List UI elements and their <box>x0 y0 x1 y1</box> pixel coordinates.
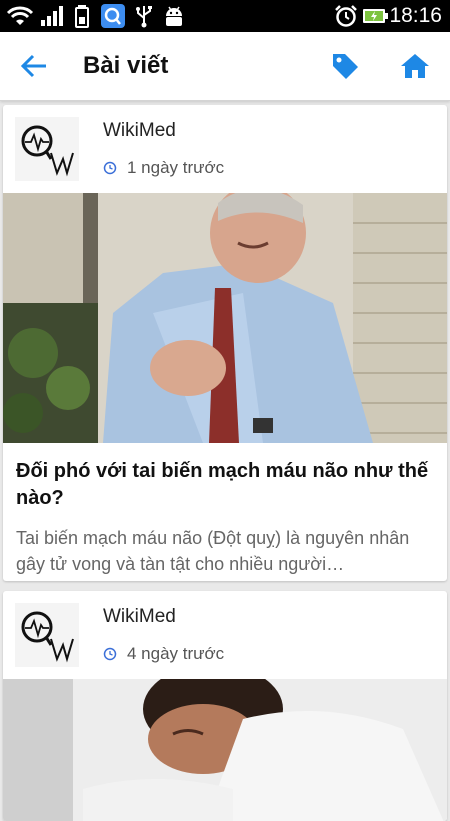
wifi-icon <box>6 6 34 25</box>
search-app-icon <box>101 4 125 28</box>
arrow-back-icon[interactable] <box>20 52 48 80</box>
battery-saver-icon <box>75 5 89 28</box>
clock-icon <box>103 161 117 175</box>
home-icon[interactable] <box>400 52 430 80</box>
article-headline[interactable]: Đối phó với tai biến mạch máu não như th… <box>16 458 431 512</box>
alarm-icon <box>335 5 357 27</box>
android-debug-icon <box>166 6 182 26</box>
article-source: WikiMed <box>103 120 176 141</box>
app-bar: Bài viết <box>0 32 450 101</box>
usb-icon <box>136 6 152 28</box>
article-image[interactable] <box>3 193 447 443</box>
signal-icon <box>41 6 63 26</box>
clock-icon <box>103 647 117 661</box>
article-card[interactable]: WikiMed 1 ngày trước Đối phó với tai biế… <box>3 105 447 581</box>
article-source: WikiMed <box>103 606 176 627</box>
page-title: Bài viết <box>83 52 169 79</box>
article-card[interactable]: WikiMed 4 ngày trước <box>3 591 447 821</box>
wikimed-logo <box>15 603 79 667</box>
article-time: 1 ngày trước <box>127 158 225 177</box>
battery-charging-icon <box>363 9 388 23</box>
wikimed-logo <box>15 117 79 181</box>
status-time: 18:16 <box>389 4 442 27</box>
article-time: 4 ngày trước <box>127 644 225 663</box>
status-bar: 18:16 <box>0 0 450 32</box>
tag-icon[interactable] <box>330 51 360 81</box>
article-excerpt: Tai biến mạch máu não (Đột quỵ) là nguyê… <box>16 528 410 574</box>
